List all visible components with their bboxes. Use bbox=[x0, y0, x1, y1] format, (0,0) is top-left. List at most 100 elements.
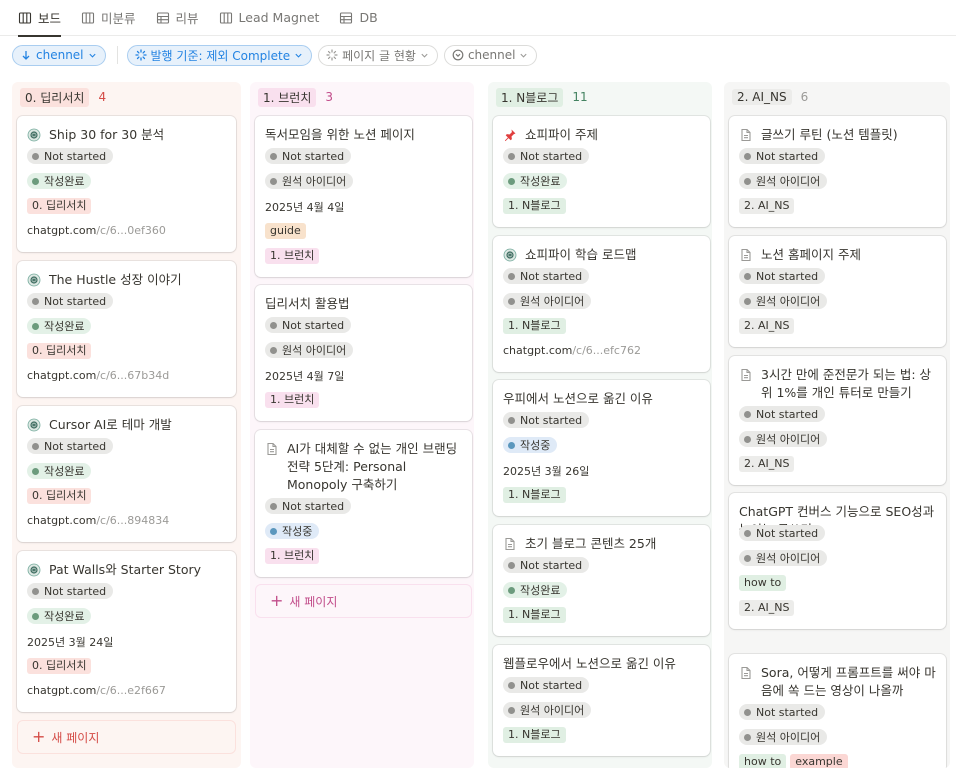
status-property: Not started bbox=[27, 583, 114, 599]
tag-chip: 2. AI_NS bbox=[739, 318, 795, 334]
page-icon bbox=[505, 537, 515, 551]
tab-2[interactable]: 리뷰 bbox=[156, 0, 199, 36]
tag-chip: how to bbox=[739, 575, 787, 591]
filter-bar: chennel 발행 기준: 제외 Complete 페이지 글 현황 chen… bbox=[12, 44, 543, 66]
progress-property-text: 작성완료 bbox=[520, 175, 561, 188]
status-dot bbox=[744, 177, 751, 185]
board-card[interactable]: 웹플로우에서 노션으로 옮긴 이유 Not started 원석 아이디어 1. N블… bbox=[493, 645, 710, 756]
board-card[interactable]: AI가 대체할 수 없는 개인 브랜딩 전략 5단계: Personal Mon… bbox=[255, 430, 472, 577]
page-icon bbox=[741, 368, 751, 382]
page-status-label: 페이지 글 현황 bbox=[342, 48, 416, 63]
chennel-sort-chip[interactable]: chennel bbox=[12, 44, 106, 66]
tag-property: 2. AI_NS bbox=[739, 600, 795, 616]
url-domain: chatgpt.com bbox=[503, 344, 573, 357]
tag-chip: 1. 브런치 bbox=[265, 248, 320, 264]
status-property: Not started bbox=[265, 498, 352, 514]
status-dot bbox=[32, 612, 39, 620]
card-title: The Hustle 성장 이야기 bbox=[27, 271, 228, 289]
status-dot bbox=[744, 435, 751, 443]
tag-property: 0. 딥리서치 bbox=[27, 488, 92, 504]
tab-3[interactable]: Lead Magnet bbox=[219, 0, 319, 36]
board-card[interactable]: ChatGPT 컨버스 기능으로 SEO성과 높이는 글쓰기Not starte… bbox=[729, 493, 946, 629]
page-status-chip[interactable]: 페이지 글 현황 bbox=[318, 44, 438, 66]
card-title-text: Ship 30 for 30 분석 bbox=[49, 127, 165, 142]
status-property-text: Not started bbox=[282, 318, 345, 332]
board-card[interactable]: 3시간 만에 준전문가 되는 법: 상위 1%를 개인 튜터로 만들기 Not s… bbox=[729, 356, 946, 485]
card-title: Cursor AI로 테마 개발 bbox=[27, 416, 228, 434]
status-dot bbox=[744, 554, 751, 562]
progress-property-text: 원석 아이디어 bbox=[282, 344, 347, 357]
tab-4[interactable]: DB bbox=[339, 0, 378, 36]
tag-chip: 1. N블로그 bbox=[503, 607, 566, 623]
progress-property: 원석 아이디어 bbox=[739, 173, 828, 189]
url-property[interactable]: chatgpt.com/c/6...894834 bbox=[27, 514, 169, 527]
status-property-text: Not started bbox=[282, 149, 345, 163]
board-card[interactable]: The Hustle 성장 이야기 Not started 작성완료 0. 딥리서치 c… bbox=[17, 261, 236, 397]
tag-chip: 1. N블로그 bbox=[503, 487, 566, 503]
tag-chip: 2. AI_NS bbox=[739, 456, 795, 472]
board-card[interactable]: Pat Walls와 Starter Story Not started 작성완료 2… bbox=[17, 551, 236, 712]
tag-chip: guide bbox=[265, 223, 306, 239]
progress-property: 작성완료 bbox=[27, 173, 92, 189]
progress-property: 원석 아이디어 bbox=[503, 293, 592, 309]
progress-property-text: 원석 아이디어 bbox=[756, 731, 821, 744]
status-dot bbox=[32, 442, 39, 450]
board-card[interactable]: 노션 홈페이지 주제 Not started 원석 아이디어 2. AI_NS bbox=[729, 236, 946, 347]
new-page-label: 새 페이지 bbox=[51, 730, 100, 745]
url-property[interactable]: chatgpt.com/c/6...0ef360 bbox=[27, 224, 166, 237]
status-dot bbox=[508, 272, 515, 280]
tab-label: 보드 bbox=[38, 11, 62, 26]
page-icon bbox=[741, 248, 751, 262]
publish-filter-chip[interactable]: 발행 기준: 제외 Complete bbox=[126, 44, 313, 66]
url-property[interactable]: chatgpt.com/c/6...e2f667 bbox=[27, 684, 166, 697]
chennel-filter-chip[interactable]: chennel bbox=[443, 44, 538, 66]
page-icon bbox=[741, 666, 751, 680]
card-title: AI가 대체할 수 없는 개인 브랜딩 전략 5단계: Personal Mon… bbox=[265, 440, 464, 494]
status-property: Not started bbox=[739, 704, 826, 720]
board-card[interactable]: 초기 블로그 콘텐츠 25개 Not started 작성완료 1. N블로그 bbox=[493, 525, 710, 636]
board-card[interactable]: Ship 30 for 30 분석 Not started 작성완료 0. 딥리서치 c… bbox=[17, 116, 236, 252]
board-card[interactable]: 우피에서 노션으로 옮긴 이유 Not started 작성중 2025년 3월 26… bbox=[493, 380, 710, 516]
column-name: 1. N블로그 bbox=[496, 87, 564, 107]
tag-property: 1. 브런치 bbox=[265, 248, 320, 264]
progress-property-text: 원석 아이디어 bbox=[520, 704, 585, 717]
card-title-text: Cursor AI로 테마 개발 bbox=[49, 417, 172, 432]
progress-property: 작성완료 bbox=[27, 608, 92, 624]
status-property-text: Not started bbox=[756, 269, 819, 283]
url-property[interactable]: chatgpt.com/c/6...efc762 bbox=[503, 344, 641, 357]
tag-property: 2. AI_NS bbox=[739, 456, 795, 472]
url-property[interactable]: chatgpt.com/c/6...67b34d bbox=[27, 369, 169, 382]
tab-label: DB bbox=[359, 10, 378, 25]
status-property: Not started bbox=[739, 268, 826, 284]
status-property-pill: Not started bbox=[265, 148, 352, 164]
column-name: 2. AI_NS bbox=[732, 89, 792, 105]
tab-1[interactable]: 미분류 bbox=[81, 0, 136, 36]
column-count: 3 bbox=[325, 90, 334, 104]
tab-0[interactable]: 보드 bbox=[18, 0, 62, 37]
board-card[interactable]: 글쓰기 루틴 (노션 템플릿) Not started 원석 아이디어 2. AI_N… bbox=[729, 116, 946, 227]
new-page-button[interactable]: + 새 페이지 bbox=[255, 584, 472, 618]
status-property-pill: Not started bbox=[503, 148, 590, 164]
tag-property: how to bbox=[739, 575, 787, 591]
progress-property-pill: 작성완료 bbox=[503, 582, 568, 598]
board-card[interactable]: 딥리서치 활용법 Not started 원석 아이디어 2025년 4월 7일 1. … bbox=[255, 285, 472, 421]
board-card[interactable]: Sora, 어떻게 프롬프트를 써야 마음에 쏙 드는 영상이 나올까 Not s… bbox=[729, 654, 946, 768]
progress-property: 원석 아이디어 bbox=[739, 550, 828, 566]
card-title: 3시간 만에 준전문가 되는 법: 상위 1%를 개인 튜터로 만들기 bbox=[739, 366, 938, 402]
new-page-button[interactable]: + 새 페이지 bbox=[17, 720, 236, 754]
progress-property-text: 작성중 bbox=[520, 439, 551, 452]
chatgpt-icon bbox=[27, 418, 41, 432]
card-title: Pat Walls와 Starter Story bbox=[27, 561, 228, 579]
chevron-down-icon bbox=[520, 53, 528, 58]
status-dot bbox=[270, 177, 277, 185]
tag-property: 1. N블로그 bbox=[503, 607, 566, 623]
url-domain: chatgpt.com bbox=[27, 514, 97, 527]
board-card[interactable]: Cursor AI로 테마 개발 Not started 작성완료 0. 딥리서치 ch… bbox=[17, 406, 236, 542]
status-property-pill: Not started bbox=[503, 268, 590, 284]
board-card[interactable]: 쇼피파이 학습 로드맵 Not started 원석 아이디어 1. N블로그 chat… bbox=[493, 236, 710, 372]
progress-property-pill: 원석 아이디어 bbox=[503, 293, 592, 309]
chevron-down-icon bbox=[421, 53, 428, 58]
board-card[interactable]: 독서모임을 위한 노션 페이지 Not started 원석 아이디어 2025년 4… bbox=[255, 116, 472, 277]
progress-property-pill: 작성완료 bbox=[27, 318, 92, 334]
board-card[interactable]: 쇼피파이 주제 Not started 작성완료 1. N블로그 bbox=[493, 116, 710, 227]
